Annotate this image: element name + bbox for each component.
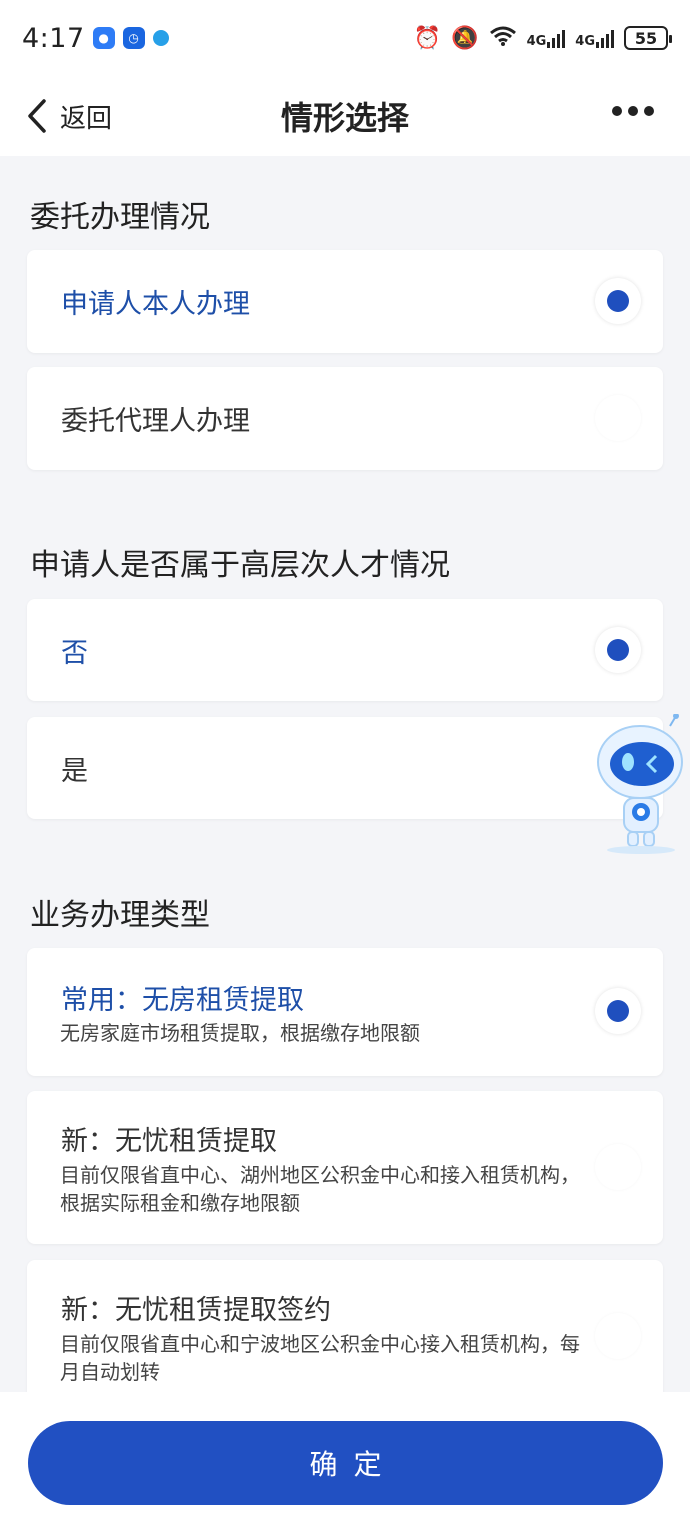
battery-icon: 55 xyxy=(624,26,672,50)
status-left: 4:17 ● ◷ xyxy=(22,23,169,54)
confirm-button[interactable]: 确定 xyxy=(28,1421,663,1505)
signal-1-icon: 4G xyxy=(527,28,566,48)
option-desc: 无房家庭市场租赁提取，根据缴存地限额 xyxy=(60,1021,420,1045)
app-notification-icon xyxy=(152,30,169,46)
status-right: ⏰ 🔕 4G 4G 55 xyxy=(413,25,672,52)
battery-level: 55 xyxy=(634,28,658,48)
radio-icon[interactable] xyxy=(595,1144,641,1190)
section-title-delegation: 委托办理情况 xyxy=(30,200,210,235)
message-app-icon: ● xyxy=(92,27,115,49)
page-title: 情形选择 xyxy=(280,99,409,137)
status-time: 4:17 xyxy=(22,22,85,54)
back-button[interactable]: 返回 xyxy=(26,96,112,136)
option-label: 委托代理人办理 xyxy=(61,406,250,437)
status-bar: 4:17 ● ◷ ⏰ 🔕 4G 4G 55 xyxy=(0,0,690,76)
network-type-2: 4G xyxy=(575,34,595,49)
radio-icon[interactable] xyxy=(595,278,641,324)
option-desc: 目前仅限省直中心和宁波地区公积金中心接入租赁机构，每月自动划转 xyxy=(60,1332,580,1384)
option-self-handle[interactable]: 申请人本人办理 xyxy=(27,250,663,353)
bottom-bar: 确定 xyxy=(0,1392,690,1533)
nav-bar: 返回 情形选择 xyxy=(0,76,690,156)
option-talent-no[interactable]: 否 xyxy=(27,599,663,701)
signal-2-icon: 4G xyxy=(575,28,614,48)
section-title-talent: 申请人是否属于高层次人才情况 xyxy=(30,548,450,583)
robot-assistant-icon[interactable] xyxy=(596,713,686,854)
option-talent-yes[interactable]: 是 xyxy=(27,717,663,819)
back-label: 返回 xyxy=(60,103,113,134)
option-label: 申请人本人办理 xyxy=(61,289,250,320)
wifi-icon xyxy=(489,25,517,52)
option-desc: 目前仅限省直中心、湖州地区公积金中心和接入租赁机构，根据实际租金和缴存地限额 xyxy=(60,1163,580,1215)
back-chevron-icon xyxy=(26,98,48,134)
clock-app-icon: ◷ xyxy=(122,27,145,49)
mute-bell-icon: 🔕 xyxy=(451,25,479,51)
option-label: 新：无忧租赁提取签约 xyxy=(61,1295,331,1326)
option-label: 是 xyxy=(61,756,88,787)
radio-icon[interactable] xyxy=(595,395,641,441)
more-dots-icon[interactable] xyxy=(612,106,654,116)
radio-icon[interactable] xyxy=(595,627,641,673)
option-agent-handle[interactable]: 委托代理人办理 xyxy=(27,367,663,470)
option-label: 否 xyxy=(61,638,88,669)
content: 委托办理情况 申请人本人办理 委托代理人办理 申请人是否属于高层次人才情况 否 … xyxy=(0,156,690,1392)
option-worry-free-sign[interactable]: 新：无忧租赁提取签约 目前仅限省直中心和宁波地区公积金中心接入租赁机构，每月自动… xyxy=(27,1260,663,1392)
radio-icon[interactable] xyxy=(595,1313,641,1359)
radio-icon[interactable] xyxy=(595,988,641,1034)
option-label: 常用：无房租赁提取 xyxy=(61,985,304,1016)
option-no-house-rent[interactable]: 常用：无房租赁提取 无房家庭市场租赁提取，根据缴存地限额 xyxy=(27,948,663,1076)
option-worry-free-rent[interactable]: 新：无忧租赁提取 目前仅限省直中心、湖州地区公积金中心和接入租赁机构，根据实际租… xyxy=(27,1091,663,1244)
option-label: 新：无忧租赁提取 xyxy=(61,1126,277,1157)
section-title-business-type: 业务办理类型 xyxy=(30,898,210,933)
alarm-icon: ⏰ xyxy=(413,25,442,51)
network-type-1: 4G xyxy=(526,34,547,49)
